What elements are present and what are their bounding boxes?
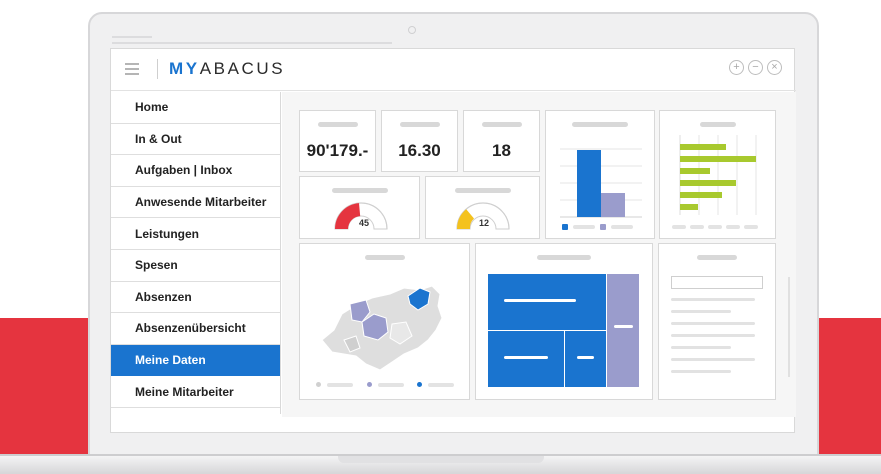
hbar (680, 180, 736, 186)
laptop-base (0, 454, 881, 474)
gauge-value: 45 (359, 218, 369, 228)
legend-placeholder (327, 382, 353, 387)
kpi-value: 16.30 (398, 141, 441, 160)
text-line-placeholder (671, 310, 731, 313)
legend-dot (316, 382, 321, 387)
text-line-placeholder (671, 358, 755, 361)
title-divider (157, 59, 158, 79)
card-caption-placeholder (481, 122, 522, 127)
treemap-chart (488, 274, 639, 387)
axis-placeholder (690, 225, 704, 229)
plus-circle-icon[interactable]: + (729, 60, 744, 75)
sidebar-item-meine-mitarbeiter[interactable]: Meine Mitarbeiter (111, 376, 280, 408)
horizontal-bar-chart (679, 135, 757, 215)
sidebar-item-leistungen[interactable]: Leistungen (111, 218, 280, 250)
text-line-placeholder (671, 370, 731, 373)
app-logo: MYABACUS (169, 59, 285, 79)
lid-decoration (112, 36, 152, 38)
legend-placeholder (378, 382, 404, 387)
sidebar-item-spesen[interactable]: Spesen (111, 250, 280, 282)
minus-circle-icon[interactable]: − (748, 60, 763, 75)
card-caption-placeholder (317, 122, 358, 127)
kpi-value: 90'179.- (306, 141, 369, 160)
sidebar-item-in-out[interactable]: In & Out (111, 124, 280, 156)
kpi-card[interactable]: 90'179.- (299, 110, 376, 172)
logo-my: MY (169, 59, 200, 78)
sidebar-nav: Home In & Out Aufgaben | Inbox Anwesende… (111, 92, 281, 414)
legend-dot (417, 382, 422, 387)
switzerland-map (321, 285, 443, 371)
legend-placeholder (428, 382, 454, 387)
axis-placeholder (744, 225, 758, 229)
hamburger-menu-icon[interactable] (125, 63, 139, 75)
legend-dot (367, 382, 372, 387)
app-window: MYABACUS + − × Home In & Out Aufgaben | … (110, 48, 796, 433)
kpi-value: 18 (492, 141, 511, 160)
card-caption-placeholder (697, 255, 737, 260)
bar-lavender (601, 193, 625, 217)
sidebar-item-anwesende-mitarbeiter[interactable]: Anwesende Mitarbeiter (111, 187, 280, 219)
text-line-placeholder (671, 322, 755, 325)
map-card[interactable] (299, 243, 470, 400)
scrollbar[interactable] (788, 277, 790, 377)
camera-icon (408, 26, 416, 34)
bar-chart (560, 148, 642, 218)
hbar (680, 204, 698, 210)
bar-chart-card[interactable] (545, 110, 655, 239)
title-bar: MYABACUS + − × (111, 49, 796, 91)
sidebar-item-aufgaben-inbox[interactable]: Aufgaben | Inbox (111, 155, 280, 187)
hbar (680, 168, 710, 174)
horizontal-bar-chart-card[interactable] (659, 110, 776, 239)
treemap-card[interactable] (475, 243, 653, 400)
laptop-notch (338, 456, 544, 463)
gauge-value: 12 (479, 218, 489, 228)
gauge-card[interactable]: 12 (425, 176, 540, 239)
kpi-card[interactable]: 16.30 (381, 110, 458, 172)
close-circle-icon[interactable]: × (767, 60, 782, 75)
window-controls: + − × (729, 60, 782, 75)
card-caption-placeholder (399, 122, 440, 127)
sidebar-item-meine-daten[interactable]: Meine Daten (111, 344, 280, 377)
gauge-card[interactable]: 45 (299, 176, 420, 239)
document-card[interactable] (658, 243, 776, 400)
legend-placeholder (611, 225, 633, 229)
kpi-card[interactable]: 18 (463, 110, 540, 172)
hbar (680, 144, 726, 150)
legend-swatch (600, 224, 606, 230)
sidebar-item-absenzenuebersicht[interactable]: Absenzenübersicht (111, 313, 280, 345)
hbar (680, 192, 722, 198)
bar-blue (577, 150, 601, 217)
legend-swatch (562, 224, 568, 230)
logo-abacus: ABACUS (199, 59, 286, 78)
legend-placeholder (573, 225, 595, 229)
text-line-placeholder (671, 334, 755, 337)
treemap-block (607, 274, 639, 387)
text-line-placeholder (671, 346, 731, 349)
gauge-chart: 45 (334, 202, 388, 230)
axis-placeholder (672, 225, 686, 229)
sidebar-item-absenzen[interactable]: Absenzen (111, 282, 280, 314)
sidebar-item-home[interactable]: Home (111, 92, 280, 124)
gauge-fill-red (335, 203, 361, 229)
dashboard-content: 90'179.- 16.30 18 45 12 (282, 92, 796, 417)
gauge-fill-yellow (457, 209, 474, 229)
text-line-placeholder (671, 298, 755, 301)
hbar (680, 156, 756, 162)
gauge-chart: 12 (456, 202, 510, 230)
text-input-placeholder[interactable] (671, 276, 763, 289)
lid-decoration (112, 42, 392, 44)
axis-placeholder (708, 225, 722, 229)
axis-placeholder (726, 225, 740, 229)
